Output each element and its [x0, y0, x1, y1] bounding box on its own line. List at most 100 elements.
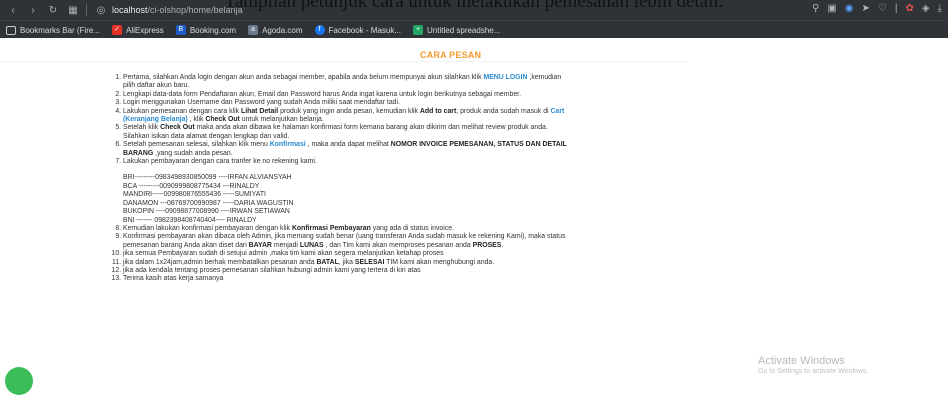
step-bold: Check Out: [205, 116, 240, 124]
step-text: Setelah klik: [123, 124, 159, 132]
bank-account: BRI---------0983498930850099 ----IRFAN A…: [123, 174, 292, 182]
booking-icon: B: [175, 25, 186, 35]
step-text: , dan Tim kami akan memproses pesanan an…: [325, 241, 471, 249]
sheets-icon: +: [413, 25, 424, 35]
facebook-icon: f: [314, 25, 325, 35]
search-icon[interactable]: ⚲: [812, 3, 819, 14]
bank-account: MANDIRI-----009980876555436 -----SUMIYAT…: [123, 191, 266, 199]
step-bold: BAYAR: [248, 241, 272, 249]
step-text: .: [501, 241, 504, 249]
browser-toolbar: ‹ › ↻ ▦ ◎ localhost/ci-olshop/home/belan…: [0, 0, 948, 20]
activate-windows-watermark: Activate Windows Go to Settings to activ…: [758, 355, 869, 375]
step-text: Lakukan pemesanan dengan cara klik: [123, 107, 240, 115]
bookmark-label: Facebook - Masuk...: [328, 25, 402, 35]
bookmark-item[interactable]: f Facebook - Masuk...: [314, 25, 402, 35]
step-text: TIM kami akan menghubungi anda.: [386, 258, 495, 266]
step-item: Kemudian lakukan konfirmasi pembayaran d…: [123, 225, 568, 233]
watermark-subtitle: Go to Settings to activate Windows.: [758, 368, 869, 375]
bookmark-item[interactable]: Bookmarks Bar (Fire...: [6, 25, 101, 35]
screenshot-icon[interactable]: ▣: [827, 3, 836, 14]
step-text: ,yang sudah anda pesan.: [155, 149, 233, 157]
agoda-icon: a: [248, 25, 259, 35]
step-text: Login menggunakan Username dan Password …: [123, 99, 400, 107]
apps-grid-icon[interactable]: ▦: [66, 3, 80, 17]
bank-account: BUKOPIN ----09098877008990 ----IRWAN SET…: [123, 208, 290, 216]
step-text: produk yang ingin anda pesan, kemudian k…: [280, 107, 418, 115]
bookmark-item[interactable]: B Booking.com: [175, 25, 237, 35]
heart-icon[interactable]: ♡: [878, 3, 887, 14]
step-text: , maka anda dapat melihat: [307, 141, 389, 149]
step-text: Kemudian lakukan konfirmasi pembayaran d…: [123, 224, 291, 232]
url-path: /ci-olshop/home/belanja: [147, 5, 243, 15]
step-text: yang ada di status invoice.: [372, 224, 454, 232]
step-item: jika dalam 1x24jam,admin berhak membatal…: [123, 259, 568, 267]
step-item: Terima kasih atas kerja samanya: [123, 275, 568, 283]
step-item: Lengkapi data-data form Pendaftaran akun…: [123, 91, 568, 99]
globe-icon: ◎: [96, 4, 106, 16]
bank-account-list: BRI---------0983498930850099 ----IRFAN A…: [123, 174, 568, 224]
toolbar-divider: [86, 4, 87, 16]
step-item: Pertama, silahkan Anda login dengan akun…: [123, 74, 568, 91]
step-bold: Konfirmasi Pembayaran: [291, 224, 371, 232]
bookmark-label: Agoda.com: [262, 25, 303, 35]
step-bold: Check Out: [160, 124, 195, 132]
step-bold: SELESAI: [354, 258, 385, 266]
bank-account: BCA ---------0090999808775434 ---RINALDY: [123, 182, 260, 190]
bank-account: BNI ------- 0982398408740404---- RINALDY: [123, 216, 257, 224]
page-title: CARA PESAN: [420, 50, 482, 60]
step-text: Pertama, silahkan Anda login dengan akun…: [123, 74, 482, 81]
step-bold: PROSES: [472, 241, 502, 249]
send-icon[interactable]: ➤: [862, 3, 870, 14]
divider-icon: |: [894, 3, 898, 14]
step-text: Lakukan pembayaran dengan cara tranfer k…: [123, 158, 317, 166]
step-text: menjadi: [273, 241, 298, 249]
step-bold: LUNAS: [299, 241, 324, 249]
step-item: Konfirmasi pembayaran akan dibaca oleh A…: [123, 233, 568, 250]
bookmark-item[interactable]: a Agoda.com: [248, 25, 303, 35]
toolbar-right-icons: ⚲ ▣ ◉ ➤ ♡ | ✿ ◈ ⤓: [812, 3, 942, 14]
title-divider: [0, 61, 688, 62]
whatsapp-chat-icon[interactable]: [5, 367, 33, 395]
url-host: localhost: [112, 5, 148, 15]
bookmark-item[interactable]: ✓ AliExpress: [112, 25, 164, 35]
step-bold: Lihat Detail: [241, 107, 279, 115]
step-item: Setelah pemesanan selesai, silahkan klik…: [123, 141, 568, 158]
shield-icon[interactable]: ◉: [845, 3, 854, 14]
step-text: untuk melanjutkan belanja.: [241, 116, 324, 124]
step-text: jika dalam 1x24jam,admin berhak membatal…: [123, 258, 315, 266]
puzzle-icon[interactable]: ◈: [922, 3, 930, 14]
step-text: , klik: [189, 116, 204, 124]
step-text: jika semua Pembayaran sudah di setujui a…: [123, 250, 444, 258]
aliexpress-icon: ✓: [112, 25, 123, 35]
step-text: , produk anda sudah masuk di: [456, 107, 549, 115]
bookmark-label: Bookmarks Bar (Fire...: [20, 25, 101, 35]
step-bold: BATAL: [316, 258, 339, 266]
step-item: Lakukan pemesanan dengan cara klik Lihat…: [123, 108, 568, 125]
back-icon[interactable]: ‹: [6, 3, 20, 17]
watermark-title: Activate Windows: [758, 355, 845, 367]
step-bold: Add to cart: [419, 107, 457, 115]
forward-icon[interactable]: ›: [26, 3, 40, 17]
bookmark-label: Untitled spreadshe...: [427, 25, 501, 35]
step-item: Login menggunakan Username dan Password …: [123, 99, 568, 107]
step-text: , jika: [338, 258, 353, 266]
menu-login-link[interactable]: MENU LOGIN: [483, 74, 527, 81]
bank-account: DANAMON ---08769700990987 -----DARIA WAG…: [123, 199, 294, 207]
step-text: Terima kasih atas kerja samanya: [123, 275, 224, 283]
page-content: CARA PESAN Pertama, silahkan Anda login …: [0, 38, 948, 379]
folder-icon: [6, 25, 16, 35]
konfirmasi-link[interactable]: Konfirmasi: [270, 141, 306, 148]
bookmark-label: AliExpress: [126, 25, 164, 35]
step-text: jika ada kendala tentang proses pemesana…: [123, 266, 421, 274]
step-item: Lakukan pembayaran dengan cara tranfer k…: [123, 158, 568, 225]
reload-icon[interactable]: ↻: [46, 3, 60, 17]
bookmark-label: Booking.com: [189, 25, 237, 35]
extension-icon[interactable]: ✿: [905, 3, 913, 14]
address-bar[interactable]: localhost/ci-olshop/home/belanja: [112, 5, 243, 15]
bookmark-item[interactable]: + Untitled spreadshe...: [413, 25, 500, 35]
step-item: jika ada kendala tentang proses pemesana…: [123, 267, 568, 275]
order-steps-list: Pertama, silahkan Anda login dengan akun…: [110, 74, 568, 284]
step-item: jika semua Pembayaran sudah di setujui a…: [123, 250, 568, 258]
step-text: Lengkapi data-data form Pendaftaran akun…: [123, 90, 521, 98]
download-icon[interactable]: ⤓: [938, 3, 942, 14]
